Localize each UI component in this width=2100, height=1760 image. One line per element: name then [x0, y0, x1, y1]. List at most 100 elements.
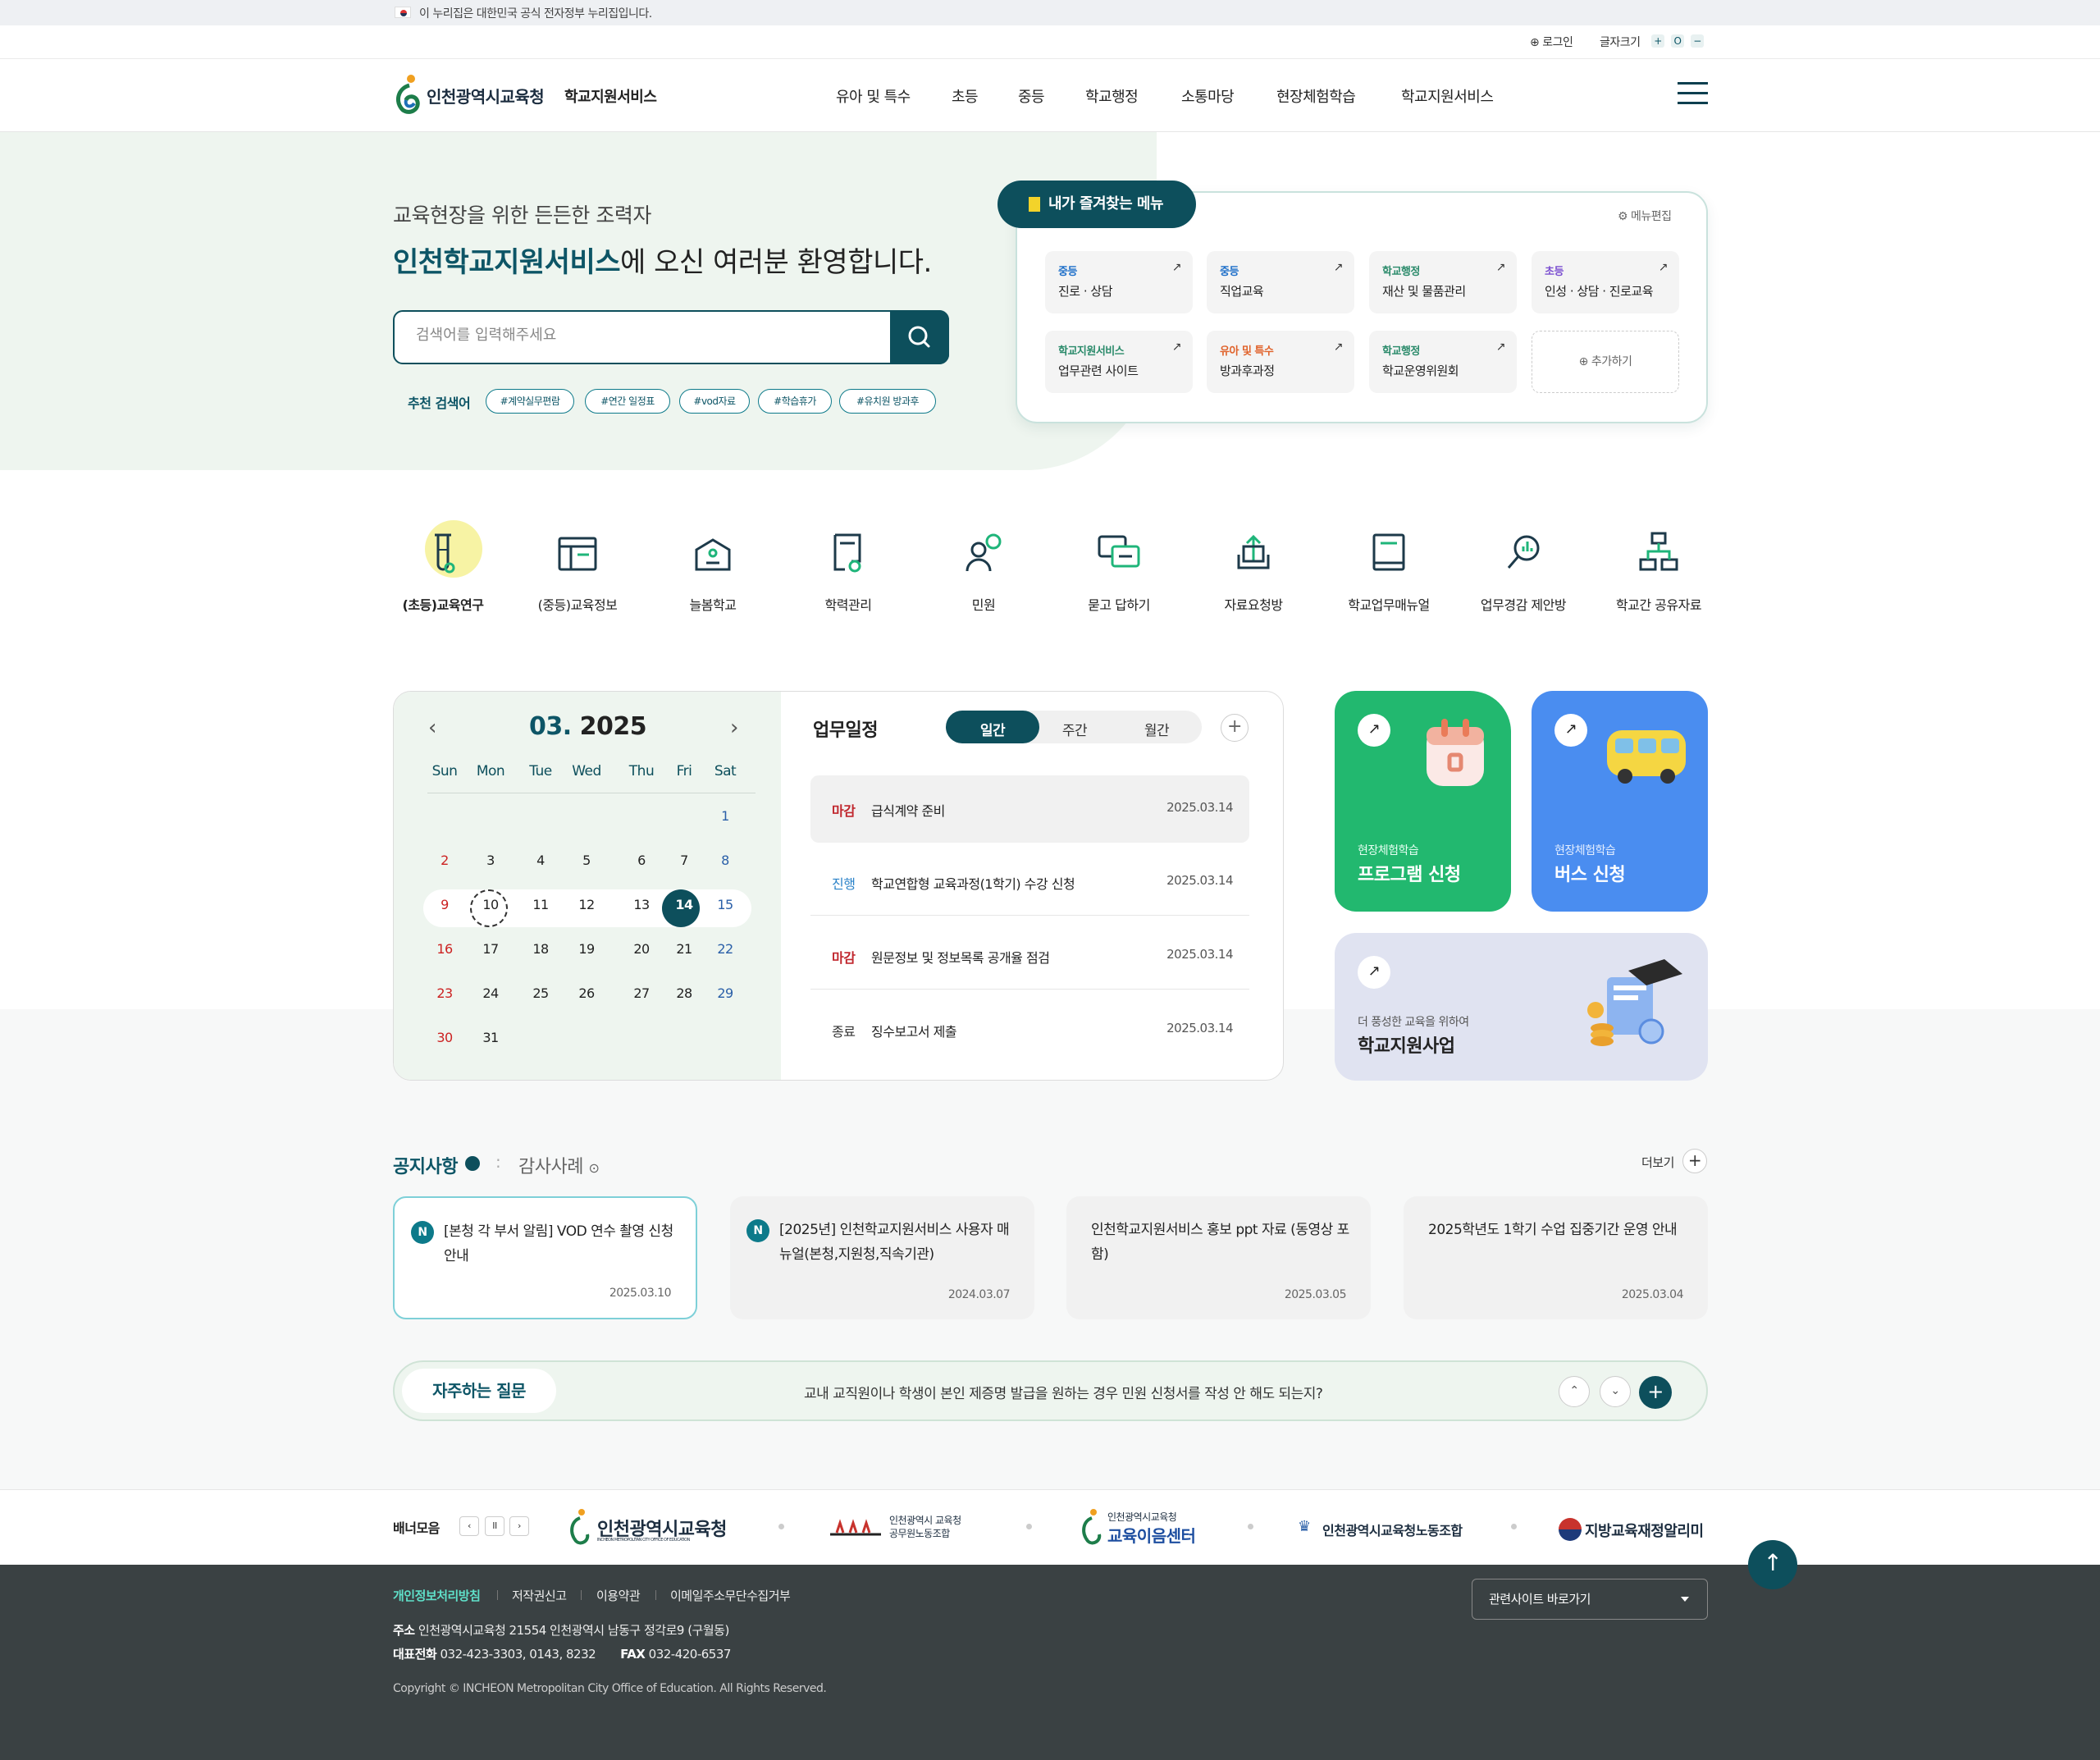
- search-tag[interactable]: #계약실무편람: [486, 389, 574, 414]
- nav-item-school-support[interactable]: 학교지원서비스: [1401, 85, 1494, 107]
- calendar-day[interactable]: 14: [664, 897, 705, 912]
- notice-card[interactable]: N [본청 각 부서 알림] VOD 연수 촬영 신청 안내 2025.03.1…: [393, 1196, 697, 1319]
- calendar-day[interactable]: 8: [705, 853, 746, 868]
- terms-link[interactable]: 이용약관: [596, 1587, 641, 1604]
- email-refusal-link[interactable]: 이메일주소무단수집거부: [670, 1587, 791, 1604]
- font-decrease-button[interactable]: −: [1691, 34, 1704, 48]
- notice-card[interactable]: N [2025년] 인천학교지원서비스 사용자 매뉴얼(본청,지원청,직속기관)…: [730, 1196, 1034, 1319]
- calendar-day[interactable]: 12: [566, 897, 607, 912]
- notice-card[interactable]: 인천학교지원서비스 홍보 ppt 자료 (동영상 포함) 2025.03.05: [1066, 1196, 1371, 1319]
- quick-menu-item[interactable]: 자료요청방: [1186, 525, 1321, 624]
- quick-menu-item[interactable]: 학력관리: [781, 525, 915, 624]
- nav-item-elementary[interactable]: 초등: [952, 85, 979, 107]
- favorite-item[interactable]: 초등 인성 · 상담 · 진로교육 ↗: [1532, 251, 1679, 313]
- nav-item-middle[interactable]: 중등: [1018, 85, 1045, 107]
- prev-month-button[interactable]: ‹: [428, 715, 436, 740]
- favorite-item[interactable]: 학교지원서비스 업무관련 사이트 ↗: [1045, 331, 1193, 393]
- quick-menu-item[interactable]: 학교간 공유자료: [1591, 525, 1726, 624]
- calendar-day[interactable]: 22: [705, 941, 746, 957]
- more-button[interactable]: +: [1682, 1149, 1707, 1173]
- tab-monthly[interactable]: 월간: [1116, 719, 1198, 739]
- login-link[interactable]: ⊕ 로그인: [1530, 34, 1573, 50]
- notice-card[interactable]: 2025학년도 1학기 수업 집중기간 운영 안내 2025.03.04: [1404, 1196, 1708, 1319]
- calendar-day[interactable]: 28: [664, 985, 705, 1001]
- calendar-day[interactable]: 7: [664, 853, 705, 868]
- menu-edit-button[interactable]: ⚙ 메뉴편집: [1618, 208, 1672, 224]
- tab-weekly[interactable]: 주간: [1034, 719, 1116, 739]
- back-to-top-button[interactable]: ↑: [1748, 1540, 1797, 1589]
- calendar-day[interactable]: 2: [424, 853, 465, 868]
- banner-prev-button[interactable]: ‹: [459, 1516, 479, 1536]
- tab-audit-cases[interactable]: 감사사례 ⊙: [518, 1152, 600, 1178]
- quick-menu-item[interactable]: 업무경감 제안방: [1456, 525, 1591, 624]
- logo-icon[interactable]: [393, 74, 422, 115]
- banner-pause-button[interactable]: II: [485, 1516, 504, 1536]
- more-label[interactable]: 더보기: [1641, 1154, 1674, 1171]
- search-tag[interactable]: #유치원 방과후: [839, 389, 936, 414]
- quick-menu-item[interactable]: 학교업무매뉴얼: [1322, 525, 1456, 624]
- calendar-day[interactable]: 10: [470, 897, 511, 912]
- schedule-row[interactable]: 종료 징수보고서 제출 2025.03.14: [810, 996, 1249, 1063]
- logo-org-name[interactable]: 인천광역시교육청: [427, 84, 545, 107]
- faq-label[interactable]: 자주하는 질문: [402, 1369, 556, 1413]
- faq-more-button[interactable]: +: [1639, 1376, 1672, 1409]
- calendar-day[interactable]: 18: [520, 941, 561, 957]
- favorite-item[interactable]: 학교행정 재산 및 물품관리 ↗: [1369, 251, 1517, 313]
- nav-item-community[interactable]: 소통마당: [1181, 85, 1235, 107]
- calendar-day[interactable]: 3: [470, 853, 511, 868]
- search-tag[interactable]: #연간 일정표: [585, 389, 670, 414]
- quick-menu-item[interactable]: 민원: [916, 525, 1051, 624]
- quick-menu-item[interactable]: (중등)교육정보: [510, 525, 645, 624]
- school-support-card[interactable]: ↗ 더 풍성한 교육을 위하여 학교지원사업: [1335, 933, 1708, 1081]
- tab-daily[interactable]: 일간: [952, 719, 1034, 739]
- privacy-policy-link[interactable]: 개인정보처리방침: [393, 1587, 481, 1604]
- calendar-day[interactable]: 17: [470, 941, 511, 957]
- nav-item-field-trip[interactable]: 현장체험학습: [1276, 85, 1356, 107]
- calendar-day[interactable]: 24: [470, 985, 511, 1001]
- quick-menu-item[interactable]: 묻고 답하기: [1052, 525, 1186, 624]
- related-sites-select[interactable]: 관련사이트 바로가기: [1472, 1579, 1708, 1620]
- calendar-day[interactable]: 9: [424, 897, 465, 912]
- font-increase-button[interactable]: +: [1651, 34, 1664, 48]
- favorite-item[interactable]: 중등 직업교육 ↗: [1207, 251, 1354, 313]
- faq-prev-button[interactable]: ⌃: [1559, 1376, 1590, 1407]
- calendar-day[interactable]: 11: [520, 897, 561, 912]
- nav-item-admin[interactable]: 학교행정: [1085, 85, 1139, 107]
- program-apply-card[interactable]: ↗ 현장체험학습 프로그램 신청: [1335, 691, 1511, 912]
- calendar-day[interactable]: 19: [566, 941, 607, 957]
- calendar-day[interactable]: 27: [621, 985, 662, 1001]
- search-input[interactable]: [416, 327, 875, 344]
- logo-service-name[interactable]: 학교지원서비스: [564, 85, 657, 107]
- calendar-day[interactable]: 23: [424, 985, 465, 1001]
- search-button[interactable]: [890, 310, 949, 364]
- calendar-day[interactable]: 4: [520, 853, 561, 868]
- nav-item-kindergarten[interactable]: 유아 및 특수: [836, 85, 911, 107]
- calendar-day[interactable]: 16: [424, 941, 465, 957]
- quick-menu-item[interactable]: (초등)교육연구: [376, 525, 510, 624]
- search-tag[interactable]: #vod자료: [679, 389, 750, 414]
- calendar-day[interactable]: 25: [520, 985, 561, 1001]
- calendar-day[interactable]: 1: [705, 808, 746, 824]
- calendar-day[interactable]: 15: [705, 897, 746, 912]
- favorite-item[interactable]: 학교행정 학교운영위원회 ↗: [1369, 331, 1517, 393]
- calendar-day[interactable]: 20: [621, 941, 662, 957]
- tab-notice[interactable]: 공지사항: [393, 1152, 458, 1178]
- calendar-day[interactable]: 21: [664, 941, 705, 957]
- next-month-button[interactable]: ›: [730, 715, 738, 740]
- calendar-day[interactable]: 29: [705, 985, 746, 1001]
- favorite-item[interactable]: 중등 진로 · 상담 ↗: [1045, 251, 1193, 313]
- calendar-day[interactable]: 30: [424, 1030, 465, 1045]
- add-favorite-button[interactable]: ⊕ 추가하기: [1532, 331, 1679, 393]
- schedule-row[interactable]: 진행 학교연합형 교육과정(1학기) 수강 신청 2025.03.14: [810, 848, 1249, 916]
- bus-apply-card[interactable]: ↗ 현장체험학습 버스 신청: [1532, 691, 1708, 912]
- schedule-row[interactable]: 마감 급식계약 준비 2025.03.14: [810, 775, 1249, 843]
- calendar-day[interactable]: 31: [470, 1030, 511, 1045]
- calendar-day[interactable]: 5: [566, 853, 607, 868]
- calendar-day[interactable]: 26: [566, 985, 607, 1001]
- banner-next-button[interactable]: ›: [509, 1516, 529, 1536]
- faq-question[interactable]: 교내 교직원이나 학생이 본인 제증명 발급을 원하는 경우 민원 신청서를 작…: [804, 1382, 1323, 1402]
- favorite-item[interactable]: 유아 및 특수 방과후과정 ↗: [1207, 331, 1354, 393]
- calendar-day[interactable]: 13: [621, 897, 662, 912]
- faq-next-button[interactable]: ⌄: [1600, 1376, 1631, 1407]
- add-schedule-button[interactable]: +: [1221, 714, 1249, 742]
